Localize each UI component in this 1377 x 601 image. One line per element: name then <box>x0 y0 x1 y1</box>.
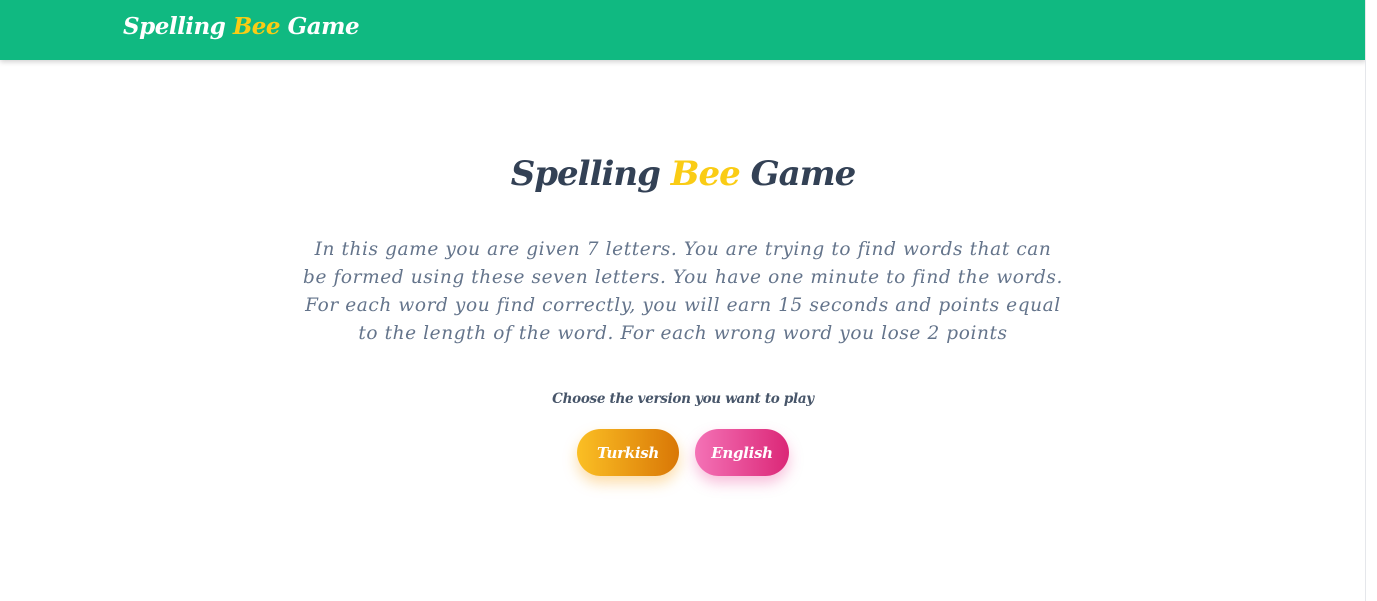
choose-version-prompt: Choose the version you want to play <box>552 391 814 407</box>
english-version-button[interactable]: English <box>695 429 789 476</box>
game-description: In this game you are given 7 letters. Yo… <box>303 239 1063 344</box>
turkish-version-button[interactable]: Turkish <box>577 429 679 476</box>
navbar: Spelling Bee Game <box>0 0 1366 60</box>
title-text-game: Game <box>739 154 857 194</box>
brand-text-spelling: Spelling <box>123 13 233 40</box>
title-text-spelling: Spelling <box>510 154 671 194</box>
title-text-bee: Bee <box>670 154 741 194</box>
brand-text-game: Game <box>280 13 360 40</box>
page-title: Spelling Bee Game <box>0 154 1366 194</box>
brand-text-bee: Bee <box>232 13 281 40</box>
brand-logo[interactable]: Spelling Bee Game <box>123 13 360 40</box>
page-scrollbar[interactable] <box>1365 0 1377 601</box>
